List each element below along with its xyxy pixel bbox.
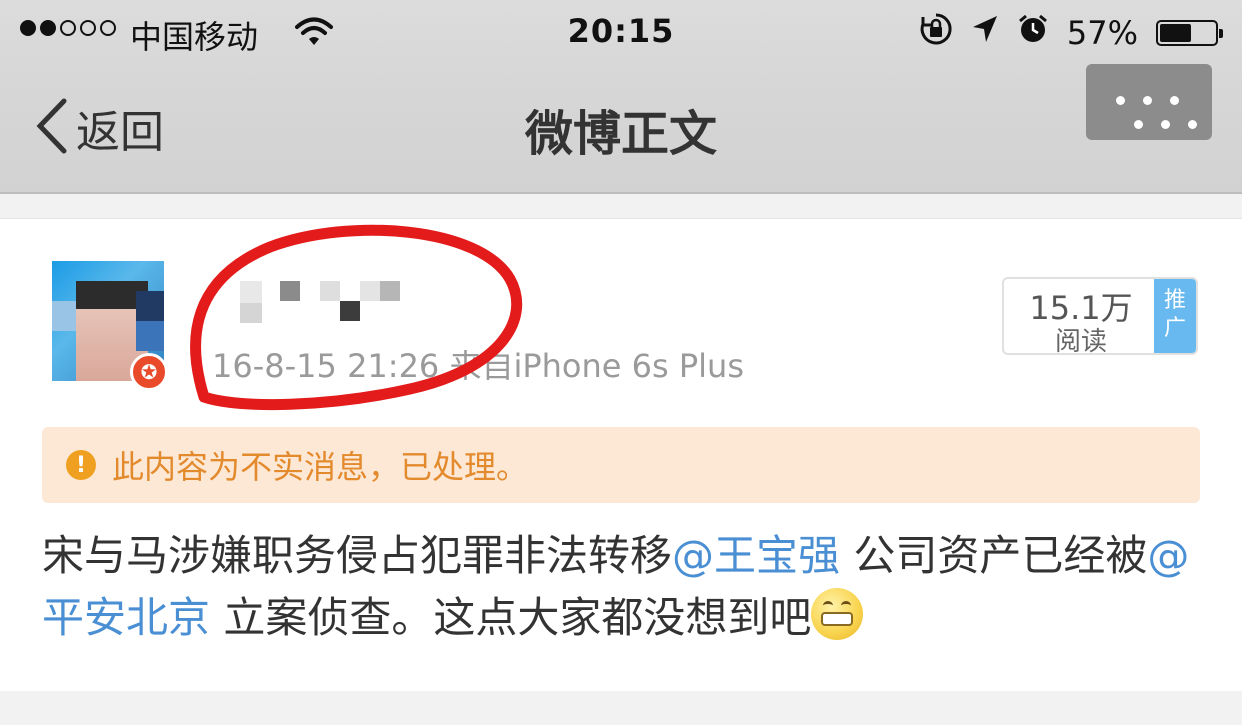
location-icon xyxy=(971,14,999,52)
emoji-eye xyxy=(823,601,834,610)
pixel xyxy=(340,301,360,321)
orientation-lock-icon xyxy=(919,12,953,54)
read-label: 阅读 xyxy=(1054,327,1107,355)
more-icon xyxy=(1116,96,1125,105)
post-meta: 16-8-15 21:26 来自iPhone 6s Plus xyxy=(212,341,744,387)
warning-icon: ! xyxy=(66,450,96,480)
pixel xyxy=(320,281,340,301)
more-button[interactable] xyxy=(1086,64,1212,140)
post-text-segment: 公司资产已经被 xyxy=(840,531,1148,580)
post-body: 宋与马涉嫌职务侵占犯罪非法转移@王宝强 公司资产已经被@平安北京 立案侦查。这点… xyxy=(42,525,1202,649)
more-icon xyxy=(1143,96,1152,105)
top-header: 中国移动 20:15 57% 返回 微博正文 xyxy=(0,0,1242,194)
misinformation-warning: ! 此内容为不实消息，已处理。 xyxy=(42,427,1200,503)
verified-badge-icon: ✪ xyxy=(130,353,168,391)
avatar-pixel xyxy=(136,321,164,351)
pixel xyxy=(240,303,262,323)
battery-percentage: 57% xyxy=(1066,14,1138,52)
more-icon xyxy=(1161,120,1170,129)
more-icon xyxy=(1134,120,1143,129)
battery-icon xyxy=(1156,20,1223,46)
emoji-teeth xyxy=(821,612,854,626)
post-timestamp: 16-8-15 21:26 xyxy=(212,347,440,385)
promote-button[interactable]: 推广 xyxy=(1154,279,1196,353)
post-text-segment: 宋与马涉嫌职务侵占犯罪非法转移 xyxy=(42,531,673,580)
status-icons: 57% xyxy=(919,12,1223,54)
more-icon xyxy=(1188,120,1197,129)
read-count-box[interactable]: 15.1万 阅读 推广 xyxy=(1002,277,1198,355)
pixel xyxy=(240,281,262,303)
post-source: 来自iPhone 6s Plus xyxy=(449,347,744,385)
pixel xyxy=(360,281,380,301)
more-icon xyxy=(1170,96,1179,105)
red-annotation-circle xyxy=(190,224,523,411)
alarm-icon xyxy=(1017,13,1049,53)
post-text-segment: 立案侦查。这点大家都没想到吧 xyxy=(210,593,812,642)
status-bar: 中国移动 20:15 57% xyxy=(0,0,1242,66)
mention-link[interactable]: @王宝强 xyxy=(672,531,840,580)
page-title: 微博正文 xyxy=(524,106,717,162)
battery-fill xyxy=(1160,24,1191,42)
warning-text: 此内容为不实消息，已处理。 xyxy=(112,448,529,486)
pixel xyxy=(280,281,300,301)
grin-emoji-icon xyxy=(811,588,864,640)
avatar-pixel xyxy=(136,291,164,321)
pixel xyxy=(380,281,400,301)
weibo-post-card: ✪ 16-8-15 21:26 来自iPhone 6s Plus 15.1万 阅… xyxy=(0,218,1242,691)
emoji-eye xyxy=(841,601,852,610)
